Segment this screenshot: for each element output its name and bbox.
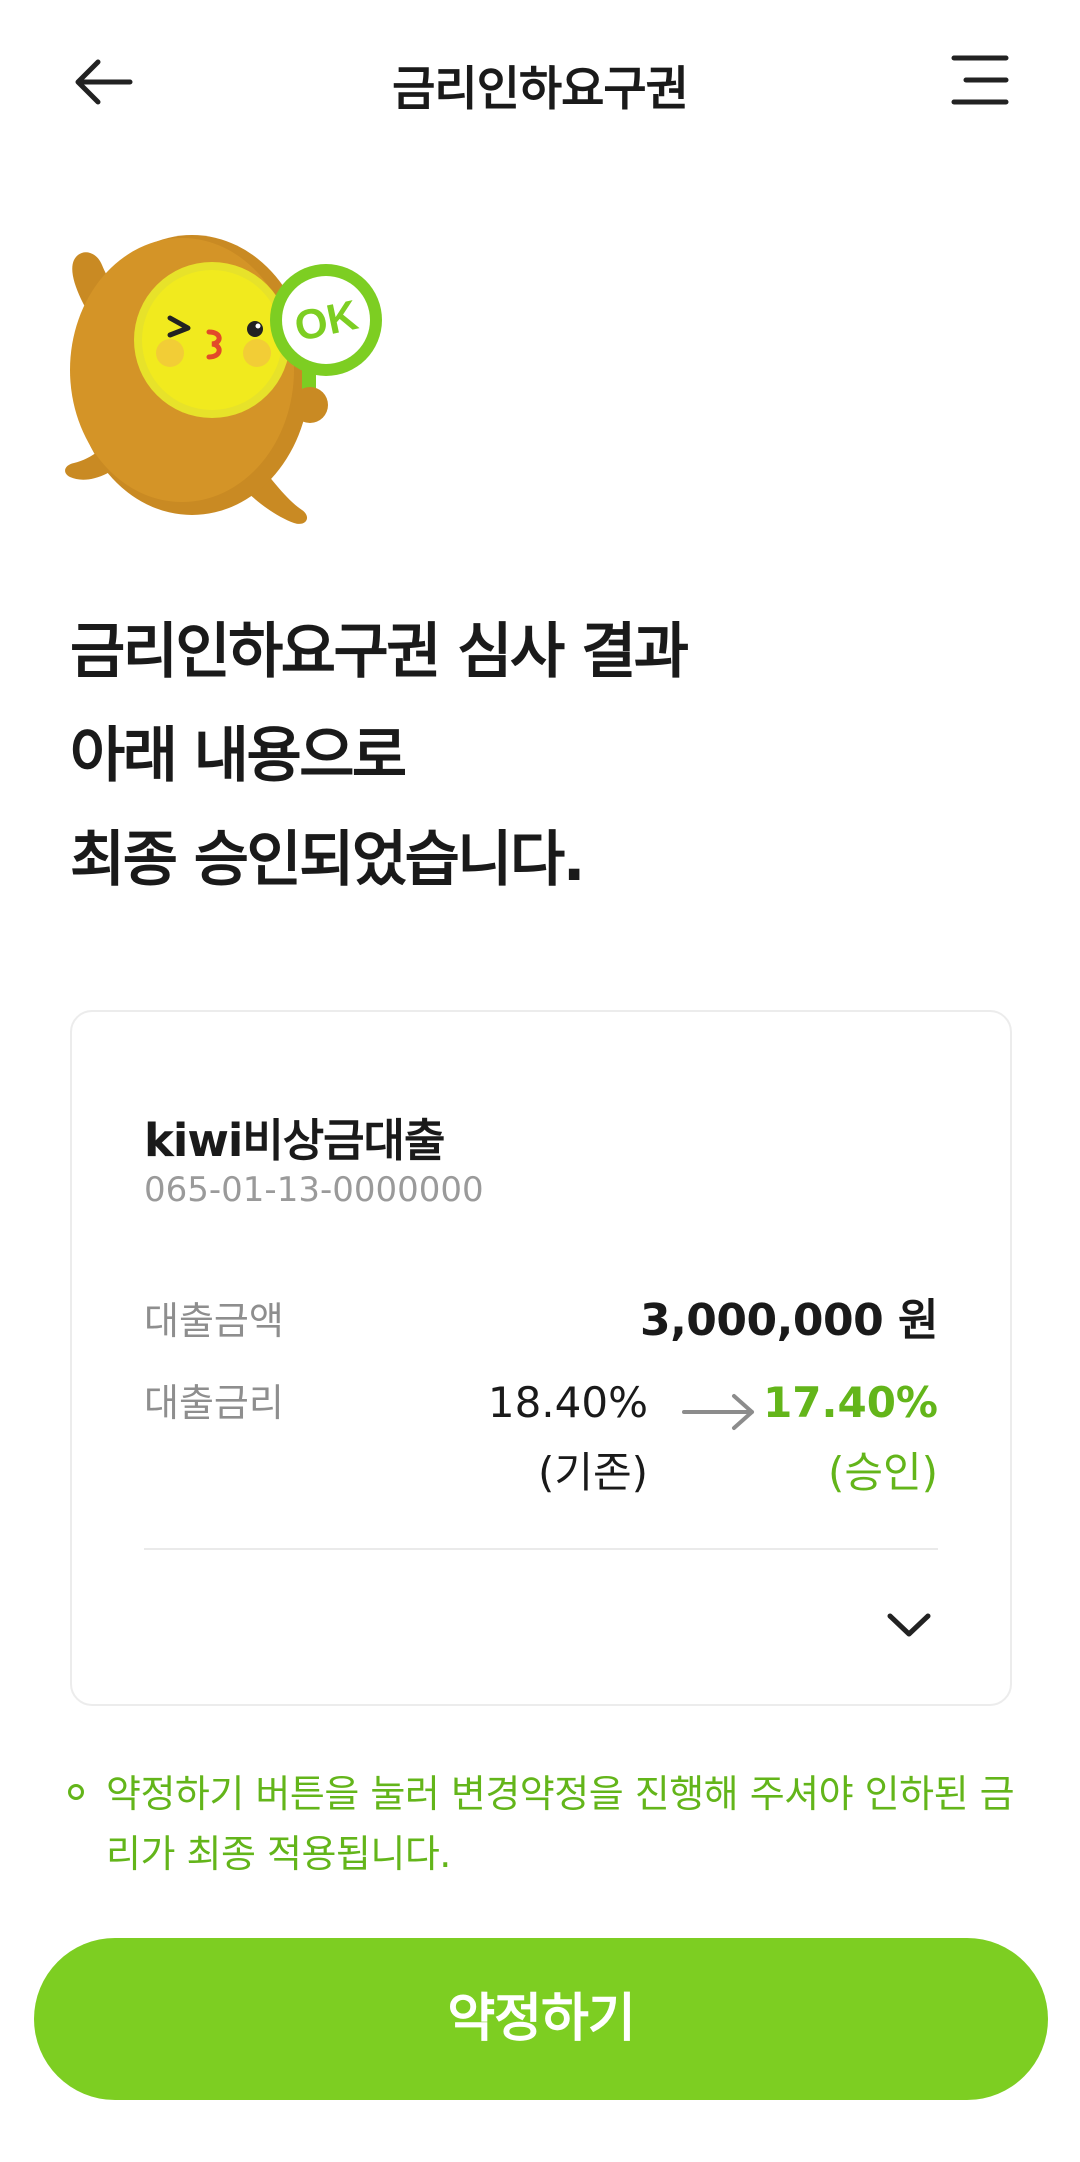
old-rate-value: 18.40% — [487, 1378, 648, 1427]
expand-details-button[interactable] — [884, 1608, 934, 1640]
loan-amount-value: 3,000,000 원 — [639, 1295, 939, 1346]
old-rate-caption: (기존) — [537, 1448, 648, 1497]
account-number: 065-01-13-0000000 — [144, 1170, 484, 1210]
headline-line-1: 금리인하요구권 심사 결과 — [70, 617, 689, 687]
old-rate: 18.40% (기존) — [488, 1368, 648, 1508]
page-title: 금리인하요구권 — [392, 62, 689, 117]
new-rate-value: 17.40% — [763, 1378, 938, 1427]
headline-line-3: 최종 승인 되었습니다. — [70, 808, 1030, 912]
loan-rate-label: 대출금리 — [144, 1381, 284, 1425]
headline-line-2: 아래 내용으로 — [70, 721, 407, 791]
card-divider — [144, 1548, 938, 1550]
approved-highlight: 승인 — [191, 825, 302, 911]
notice-text: 약정하기 버튼을 눌러 변경약정을 진행해 주셔야 인하된 금리가 최종 적용됩… — [106, 1772, 1015, 1876]
loan-amount-label: 대출금액 — [144, 1299, 284, 1343]
agreement-notice: 약정하기 버튼을 눌러 변경약정을 진행해 주셔야 인하된 금리가 최종 적용됩… — [68, 1764, 1028, 1884]
bullet-icon — [68, 1784, 84, 1800]
top-app-bar: 금리인하요구권 — [0, 0, 1080, 165]
highlight-underline — [191, 897, 302, 911]
menu-icon — [951, 55, 1009, 105]
headline-suffix: 되었습니다. — [299, 825, 585, 895]
chevron-down-icon — [887, 1613, 931, 1637]
arrow-right-icon — [680, 1390, 760, 1434]
product-name: kiwi비상금대출 — [144, 1114, 445, 1167]
new-rate: 17.40% (승인) — [763, 1368, 938, 1508]
result-headline: 금리인하요구권 심사 결과 아래 내용으로 최종 승인 되었습니다. — [70, 600, 1030, 912]
sign-agreement-button[interactable]: 약정하기 — [34, 1938, 1048, 2100]
new-rate-caption: (승인) — [827, 1448, 938, 1497]
mascot-illustration: OK — [62, 215, 392, 535]
loan-summary-card: kiwi비상금대출 065-01-13-0000000 대출금액 3,000,0… — [70, 1010, 1012, 1706]
headline-prefix: 최종 — [70, 825, 194, 895]
menu-button[interactable] — [950, 52, 1010, 108]
approved-word: 승인 — [193, 825, 302, 895]
